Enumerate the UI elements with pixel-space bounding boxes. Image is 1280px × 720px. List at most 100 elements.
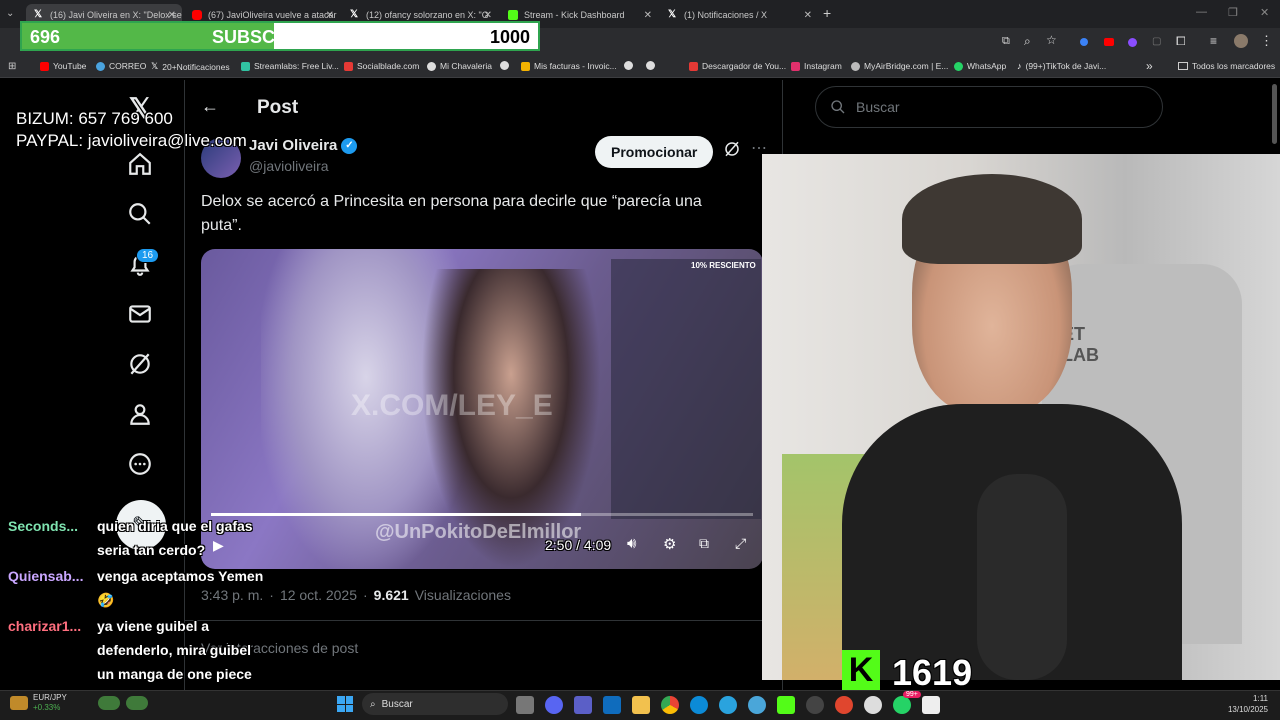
settings-gear-icon[interactable]: ⚙	[663, 535, 676, 553]
telegram-icon[interactable]	[719, 696, 737, 714]
menu-kebab-icon[interactable]: ⋮	[1260, 33, 1273, 49]
bookmark-5[interactable]: Mi Chavaleria	[427, 61, 492, 71]
home-icon[interactable]	[124, 148, 156, 180]
post-date[interactable]: 12 oct. 2025	[280, 587, 357, 603]
chat-message: ya viene guibel a defenderlo, mira guibe…	[97, 618, 252, 682]
teams-icon[interactable]	[574, 696, 592, 714]
whatsapp-icon[interactable]	[893, 696, 911, 714]
tab-4[interactable]: 𝕏 (1) Notificaciones / X ✕	[660, 4, 818, 26]
tab-close-icon[interactable]: ✕	[326, 10, 334, 21]
windows-start-icon[interactable]	[337, 696, 353, 712]
promote-button[interactable]: Promocionar	[595, 136, 714, 168]
bookmark-0[interactable]: YouTube	[40, 61, 86, 71]
zoom-icon[interactable]: ⌕	[1024, 34, 1031, 49]
discord-icon[interactable]	[545, 696, 563, 714]
bookmark-label: YouTube	[53, 61, 87, 71]
tab-close-icon[interactable]: ✕	[804, 10, 812, 21]
bookmark-7[interactable]: Mis facturas - Invoic...	[521, 61, 617, 71]
extension-icon[interactable]	[1080, 38, 1088, 46]
bookmark-12[interactable]: MyAirBridge.com | E...	[851, 61, 948, 71]
bookmark-4[interactable]: Socialblade.com	[344, 61, 419, 71]
weather-widget-icon[interactable]	[10, 696, 28, 710]
socialblade-icon	[344, 61, 353, 71]
ticker-widget[interactable]: EUR/JPY +0.33%	[33, 693, 67, 713]
video-time: 2:50 / 4:09	[545, 537, 612, 553]
tab-close-icon[interactable]: ✕	[168, 10, 176, 21]
bookmark-13[interactable]: WhatsApp	[954, 61, 1006, 71]
app-icon[interactable]	[864, 696, 882, 714]
tab-label: (12) ofancy solorzano en X: "G	[366, 10, 489, 20]
tab-label: (16) Javi Oliveira en X: "Delox se	[50, 10, 182, 20]
bookmark-star-icon[interactable]: ☆	[1046, 33, 1057, 47]
bookmark-label: CORREO	[109, 61, 147, 71]
chat-username: charizar1...	[8, 618, 82, 634]
bookmark-6[interactable]	[500, 61, 513, 70]
all-bookmarks-button[interactable]: Todos los marcadores	[1178, 61, 1275, 71]
meta-separator: ·	[363, 587, 368, 603]
bookmark-14[interactable]: ♪ (99+)TikTok de Javi...	[1017, 61, 1106, 71]
avatar[interactable]	[1234, 34, 1248, 48]
views-label: Visualizaciones	[414, 587, 511, 603]
task-view-icon[interactable]	[516, 696, 534, 714]
edge-icon[interactable]	[690, 696, 708, 714]
globe-icon	[624, 61, 633, 70]
bookmark-9[interactable]	[646, 61, 659, 70]
bookmark-2[interactable]: 𝕏 20+Notificaciones	[151, 61, 230, 72]
video-progress-track[interactable]	[211, 513, 753, 516]
profile-icon[interactable]	[124, 398, 156, 430]
streamlabs-icon	[241, 61, 250, 71]
pepe-icon	[126, 696, 148, 710]
app-icon[interactable]	[835, 696, 853, 714]
tiktok-icon: ♪	[1017, 61, 1022, 71]
search-icon[interactable]	[124, 198, 156, 230]
obs-icon[interactable]	[806, 696, 824, 714]
new-tab-button[interactable]: +	[823, 5, 831, 21]
video-player[interactable]: 10% RESCIENTO X.COM/LEY_E @UnPokitoDeElm…	[201, 249, 763, 569]
extensions-puzzle-icon[interactable]: ⧠	[1176, 34, 1186, 49]
tab-close-icon[interactable]: ✕	[644, 10, 652, 21]
notifications-bell-icon[interactable]: 16	[124, 248, 160, 280]
app-icon[interactable]	[922, 696, 940, 714]
tab-close-icon[interactable]: ✕	[484, 10, 492, 21]
search-input[interactable]: Buscar	[815, 86, 1163, 128]
minimize-icon[interactable]: —	[1196, 6, 1207, 18]
messages-icon[interactable]	[124, 298, 156, 330]
bookmarks-overflow-button[interactable]: »	[1146, 59, 1153, 73]
bizum-text: BIZUM: 657 769 600	[16, 109, 173, 128]
bookmark-label: Mis facturas - Invoic...	[534, 61, 617, 71]
apps-grid-icon[interactable]: ⊞	[8, 61, 16, 72]
author-handle[interactable]: @javioliveira	[249, 158, 329, 174]
grok-icon[interactable]	[124, 348, 156, 380]
file-explorer-icon[interactable]	[632, 696, 650, 714]
youtube-icon	[192, 10, 202, 20]
bookmark-1[interactable]: CORREO	[96, 61, 146, 71]
scrollbar[interactable]	[1272, 84, 1277, 144]
video-badge: 10% RESCIENTO	[691, 261, 756, 270]
close-window-icon[interactable]: ✕	[1260, 6, 1269, 19]
kick-app-icon[interactable]	[777, 696, 795, 714]
volume-icon[interactable]: 🔊︎	[627, 535, 636, 552]
tab-search-chevron-icon[interactable]: ⌄	[6, 8, 14, 19]
pip-icon[interactable]: ⧉	[699, 535, 709, 552]
chrome-icon[interactable]	[661, 696, 679, 714]
bookmarks-bar: ⊞ YouTube CORREO 𝕏 20+Notificaciones Stre…	[0, 56, 1280, 78]
search-placeholder: Buscar	[856, 99, 900, 115]
fullscreen-icon[interactable]: ⤢	[735, 535, 746, 552]
bookmark-11[interactable]: Instagram	[791, 61, 842, 71]
extension-icon[interactable]: ▢	[1152, 36, 1161, 47]
bookmark-8[interactable]	[624, 61, 637, 70]
author-name-row[interactable]: Javi Oliveira ✓	[249, 137, 358, 154]
grok-icon[interactable]	[723, 140, 741, 163]
taskbar-search-input[interactable]: ⌕ Buscar	[362, 693, 508, 715]
extension-icon[interactable]	[1128, 38, 1137, 47]
bookmark-10[interactable]: Descargador de You...	[689, 61, 786, 71]
more-options-icon[interactable]	[124, 448, 156, 480]
globe-icon[interactable]	[748, 696, 766, 714]
youtube-extension-icon[interactable]	[1104, 38, 1114, 46]
bookmark-3[interactable]: Streamlabs: Free Liv...	[241, 61, 339, 71]
outlook-icon[interactable]	[603, 696, 621, 714]
system-clock[interactable]: 1:11 13/10/2025	[1222, 693, 1268, 715]
maximize-icon[interactable]: ❐	[1228, 6, 1238, 19]
reading-list-icon[interactable]: ≡	[1210, 34, 1217, 48]
cast-icon[interactable]: ⧉	[1002, 35, 1010, 48]
